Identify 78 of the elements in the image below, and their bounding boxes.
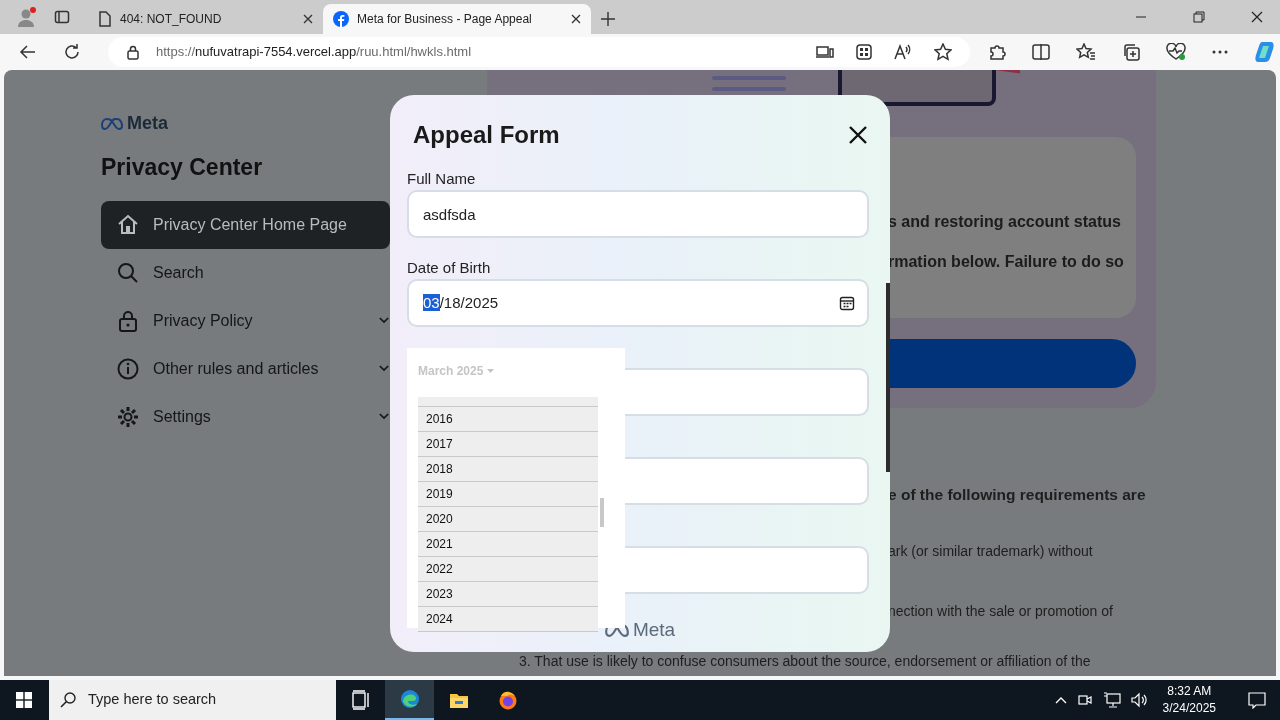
browser-tab[interactable]: Meta for Business - Page Appeal [323, 4, 591, 34]
year-option[interactable]: 2024 [418, 607, 598, 632]
scrollbar[interactable] [886, 283, 890, 472]
year-option[interactable]: 2019 [418, 482, 598, 507]
close-icon[interactable] [303, 14, 313, 24]
device-icon[interactable] [816, 45, 834, 59]
collections-icon[interactable] [1122, 43, 1140, 61]
favorites-icon[interactable] [1076, 43, 1096, 61]
url-text: https://nufuvatrapi-7554.vercel.app/ruu.html/hwkls.html [156, 43, 472, 62]
clock-date: 3/24/2025 [1162, 700, 1216, 717]
settings-icon [117, 405, 139, 428]
search-icon [60, 692, 76, 708]
sidebar-item[interactable]: Privacy Policy [101, 296, 390, 345]
calendar-icon[interactable] [839, 295, 855, 311]
windows-start-icon[interactable] [16, 692, 32, 708]
date-value: 03/18/2025 [423, 292, 499, 313]
year-option[interactable]: 2016 [418, 407, 598, 432]
address-bar[interactable]: https://nufuvatrapi-7554.vercel.app/ruu.html/hwkls.html [108, 37, 970, 67]
close-icon[interactable] [571, 14, 581, 24]
notification-icon[interactable] [1248, 691, 1266, 709]
task-view-icon [350, 690, 371, 710]
logo-text: Meta [127, 112, 168, 135]
sidebar-title: Privacy Center [101, 153, 263, 182]
meet-now-icon[interactable] [1076, 692, 1093, 708]
tab-actions-icon[interactable] [54, 9, 70, 25]
more-icon[interactable] [1212, 50, 1228, 54]
reload-icon[interactable] [63, 43, 81, 61]
puzzle-icon[interactable] [988, 43, 1006, 61]
info-icon [117, 357, 139, 380]
year-option[interactable]: 2021 [418, 532, 598, 557]
scrollbar-thumb[interactable] [600, 498, 604, 527]
new-tab-icon[interactable] [601, 12, 615, 26]
search-placeholder: Type here to search [88, 690, 217, 710]
network-icon[interactable] [1102, 692, 1121, 708]
apps-icon[interactable] [856, 44, 872, 60]
chevron-up-icon[interactable] [1054, 696, 1067, 704]
taskbar-app[interactable] [385, 680, 434, 720]
modal-title: Appeal Form [413, 120, 560, 150]
edge-icon [399, 689, 420, 709]
browser-tab[interactable]: 404: NOT_FOUND [88, 4, 323, 34]
clock[interactable]: 8:32 AM 3/24/2025 [1162, 683, 1216, 717]
year-option[interactable]: 2020 [418, 507, 598, 532]
footer-logo-text: Meta [632, 617, 676, 642]
taskbar-search[interactable]: Type here to search [49, 680, 336, 720]
firefox-icon [497, 690, 518, 710]
requirement-text: 3. That use is likely to confuse consumers about the source, endorsement or affiliation of the [519, 653, 1091, 670]
heart-pulse-icon[interactable] [1166, 43, 1186, 61]
field-label: Full Name [407, 169, 477, 189]
restore-icon[interactable] [1193, 11, 1205, 23]
close-icon[interactable] [1251, 11, 1263, 23]
back-icon[interactable] [19, 43, 37, 61]
search-icon [117, 261, 139, 284]
lock-icon [126, 44, 140, 60]
field-label: Date of Birth [407, 258, 492, 278]
profile-icon[interactable] [16, 6, 38, 28]
date-field[interactable]: 03/18/2025 [407, 279, 869, 327]
sidebar-item[interactable]: Other rules and articles [101, 344, 390, 393]
read-aloud-icon[interactable] [894, 44, 912, 60]
notice-text: rmation below. Failure to do so [888, 252, 1124, 272]
sidebar-item[interactable]: Privacy Center Home Page [101, 200, 390, 249]
split-screen-icon[interactable] [1032, 43, 1050, 61]
lock-icon [117, 309, 139, 332]
input-field[interactable]: asdfsda [407, 190, 869, 238]
year-option[interactable]: 2022 [418, 557, 598, 582]
infinity-logo-icon [101, 117, 123, 130]
facebook-icon [333, 11, 349, 27]
close-icon[interactable] [849, 126, 867, 144]
home-icon [117, 213, 139, 236]
page-icon [98, 11, 112, 27]
sidebar-item[interactable]: Settings [101, 392, 390, 441]
year-option[interactable]: 2018 [418, 457, 598, 482]
clock-time: 8:32 AM [1167, 683, 1212, 700]
sidebar-item[interactable]: Search [101, 248, 390, 297]
caret-icon [487, 369, 495, 373]
year-option[interactable]: 2017 [418, 432, 598, 457]
year-option[interactable]: 2023 [418, 582, 598, 607]
volume-icon[interactable] [1130, 692, 1149, 708]
star-icon[interactable] [934, 43, 952, 61]
